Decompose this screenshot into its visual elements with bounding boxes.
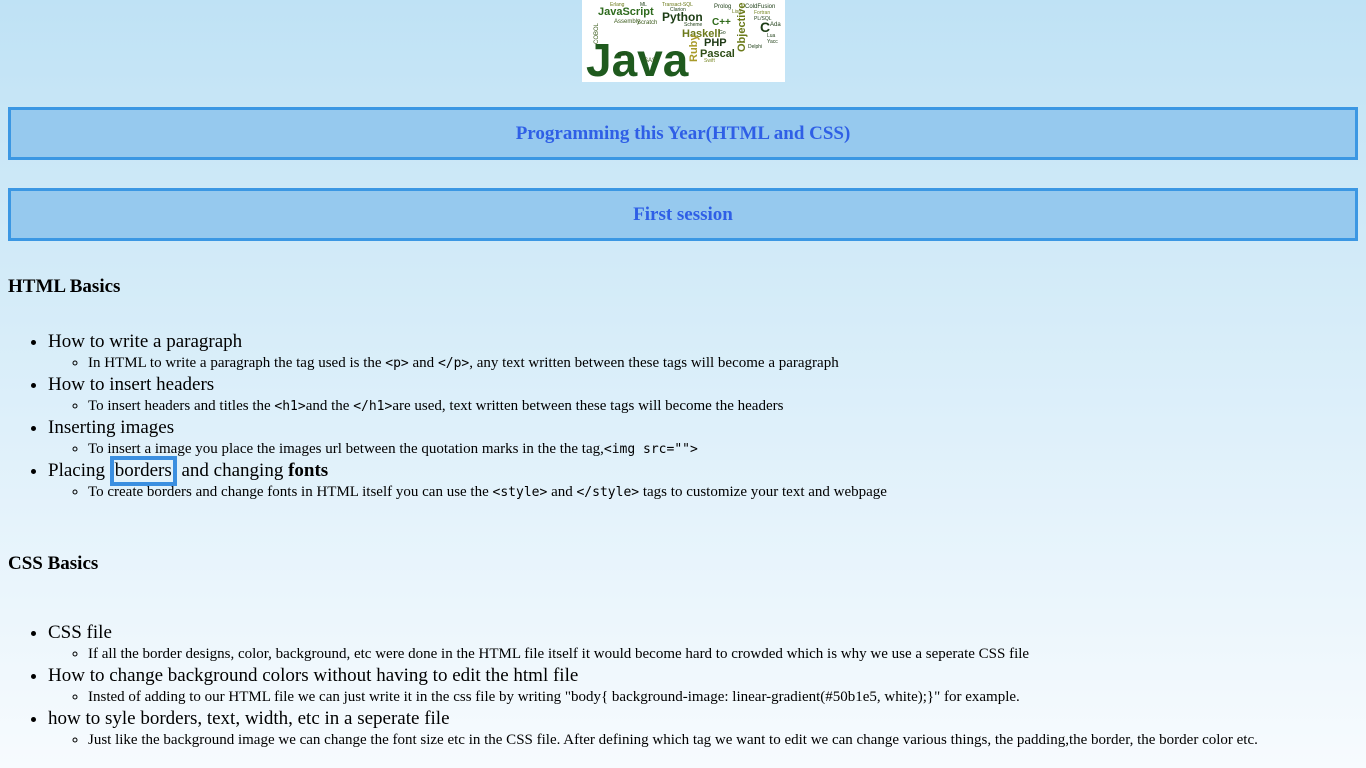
detail-text: and [408, 355, 438, 371]
sub-list: In HTML to write a paragraph the tag use… [48, 353, 1366, 374]
page-title-banner: Programming this Year(HTML and CSS) [8, 107, 1358, 160]
session-banner: First session [8, 188, 1358, 241]
html-basics-heading: HTML Basics [8, 276, 121, 297]
word-cpp: C++ [712, 17, 731, 28]
word-prolog: Prolog [714, 4, 731, 10]
word-scheme: Scheme [684, 22, 703, 28]
word-go: Go [719, 30, 726, 36]
list-item-title: How to write a paragraph [48, 331, 243, 352]
list-item-title-part: and changing [176, 460, 289, 481]
word-cobol: COBOL [594, 22, 600, 44]
html-basics-list: How to write a paragraph In HTML to writ… [8, 331, 1366, 503]
detail-text: are used, text written between these tag… [392, 398, 784, 414]
word-delphi: Delphi [748, 44, 762, 50]
sub-list: To create borders and change fonts in HT… [48, 482, 1366, 503]
word-java: Java [586, 34, 689, 82]
list-item-title: how to syle borders, text, width, etc in… [48, 708, 450, 729]
list-item: How to insert headers To insert headers … [48, 374, 1366, 417]
sub-list: Just like the background image we can ch… [48, 730, 1366, 751]
programming-languages-word-cloud-image: Java JavaScript Python Haskell PHP Pasca… [582, 0, 785, 82]
word-ruby: Ruby [688, 34, 700, 62]
detail-text: and [547, 484, 577, 500]
sub-list-item: Just like the background image we can ch… [88, 730, 1366, 751]
list-item: CSS file If all the border designs, colo… [48, 622, 1366, 665]
code-snippet: <h1> [274, 399, 306, 414]
list-item: how to syle borders, text, width, etc in… [48, 708, 1366, 751]
detail-text: In HTML to write a paragraph the tag use… [88, 355, 386, 371]
code-snippet: <img src=""> [603, 442, 698, 457]
detail-text: tags to customize your text and webpage [639, 484, 887, 500]
sub-list: To insert headers and titles the <h1>and… [48, 396, 1366, 417]
code-snippet: <style> [492, 485, 548, 500]
list-item: Placing borders and changing fonts To cr… [48, 456, 1366, 503]
css-basics-heading: CSS Basics [8, 553, 99, 574]
sub-list-item: To create borders and change fonts in HT… [88, 482, 1366, 503]
list-item: How to write a paragraph In HTML to writ… [48, 331, 1366, 374]
sub-list-item: To insert headers and titles the <h1>and… [88, 396, 1366, 417]
sub-list: Insted of adding to our HTML file we can… [48, 687, 1366, 708]
word-assembly: Assembly [614, 19, 640, 25]
word-scratch: Scratch [637, 20, 657, 26]
word-clarion: Clarion [670, 7, 686, 13]
word-yacc: Yacc [767, 39, 778, 45]
word-ml: ML [640, 2, 647, 8]
detail-text: To create borders and change fonts in HT… [88, 484, 493, 500]
detail-text: , any text written between these tags wi… [469, 355, 839, 371]
code-snippet: </p> [437, 356, 470, 371]
list-item: How to change background colors without … [48, 665, 1366, 708]
word-sas: SAS [644, 58, 656, 64]
word-lisp: Lisp [732, 9, 741, 15]
code-snippet: </style> [576, 485, 640, 500]
code-snippet: <p> [385, 356, 409, 371]
word-erlang: Erlang [610, 2, 625, 8]
list-item-title: How to change background colors without … [48, 665, 579, 686]
word-plsql: PL/SQL [754, 16, 772, 22]
detail-text: To insert a image you place the images u… [88, 441, 604, 457]
sub-list: If all the border designs, color, backgr… [48, 644, 1366, 665]
list-item-title: Inserting images [48, 417, 175, 438]
word-dart: Dart [618, 52, 628, 58]
code-snippet: </h1> [353, 399, 393, 414]
list-item-title: How to insert headers [48, 374, 215, 395]
word-ada: Ada [770, 22, 781, 28]
list-item-title: CSS file [48, 622, 112, 643]
sub-list: To insert a image you place the images u… [48, 439, 1366, 460]
word-cloud-graphic: Java JavaScript Python Haskell PHP Pasca… [586, 2, 781, 82]
sub-list-item: To insert a image you place the images u… [88, 439, 1366, 460]
sub-list-item: Insted of adding to our HTML file we can… [88, 687, 1366, 708]
detail-text: To insert headers and titles the [88, 398, 275, 414]
list-item-title-part: Placing [48, 460, 110, 481]
word-swift: Swift [704, 58, 715, 64]
css-basics-list: CSS file If all the border designs, colo… [8, 622, 1366, 751]
sub-list-item: In HTML to write a paragraph the tag use… [88, 353, 1366, 374]
sub-list-item: If all the border designs, color, backgr… [88, 644, 1366, 665]
bold-word-fonts: fonts [288, 460, 329, 481]
detail-text: and the [305, 398, 354, 414]
list-item: Inserting images To insert a image you p… [48, 417, 1366, 460]
